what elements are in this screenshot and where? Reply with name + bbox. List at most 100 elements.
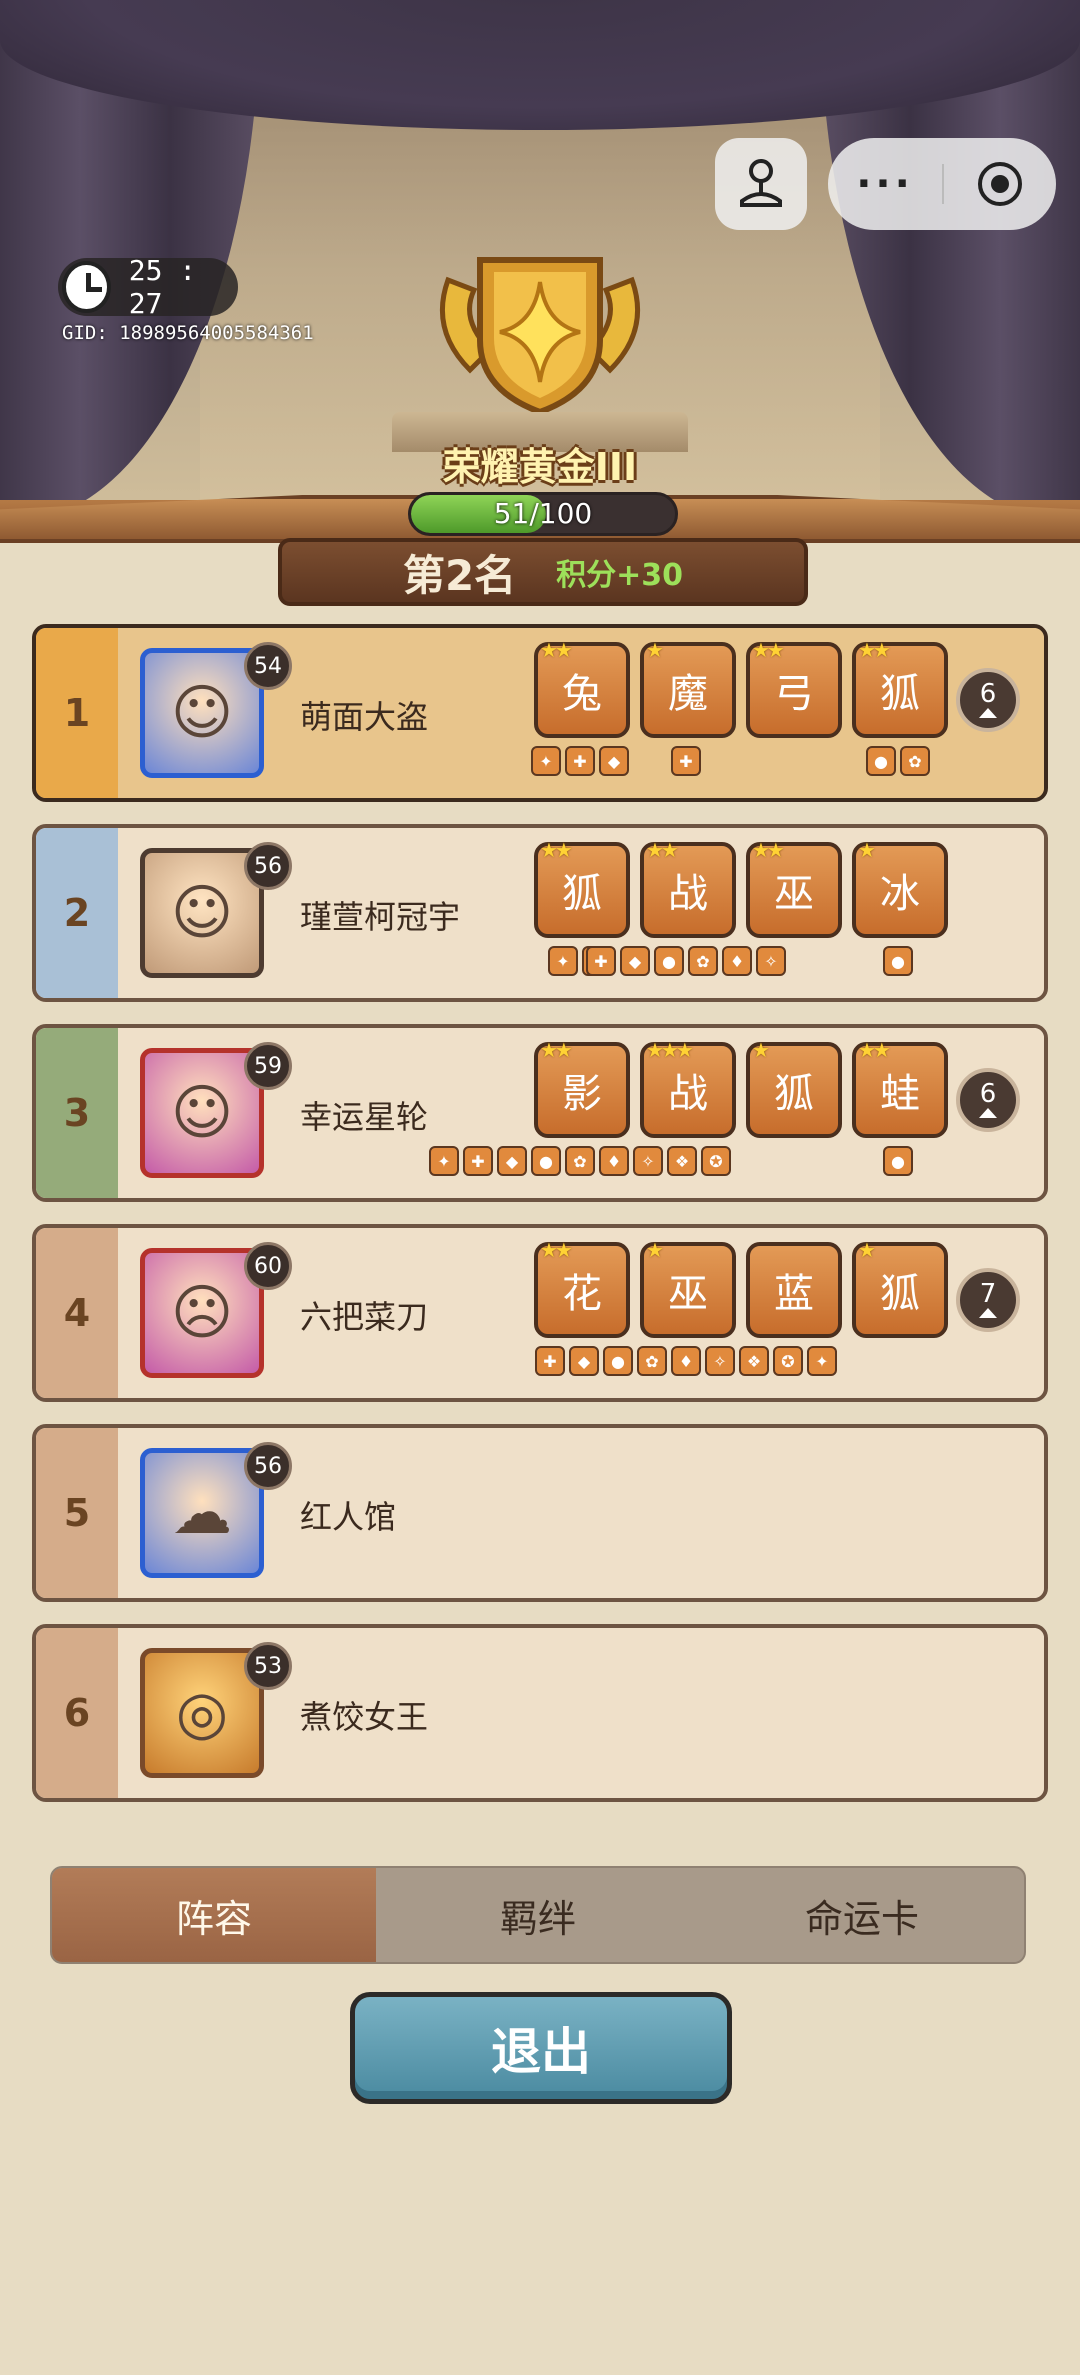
unit-card[interactable]: 狐 ★★ [534,838,630,938]
exit-button[interactable]: 退出 [350,1992,732,2104]
unit-stars: ★★ [858,1038,891,1062]
unit-stars: ★★ [540,838,573,862]
target-icon [978,162,1022,206]
player-row[interactable]: 5 ☁ 56 红人馆 [32,1424,1048,1602]
equipment-icon[interactable]: ✦ [548,946,578,976]
rank-title: 荣耀黄金III [442,445,638,489]
equipment-icon[interactable]: ✿ [565,1146,595,1176]
equipment-icon[interactable]: ● [531,1146,561,1176]
equipment-icon[interactable]: ✿ [688,946,718,976]
player-name: 煮饺女王 [300,1698,429,1736]
unit-portrait: 战 [668,1071,708,1117]
unit-card[interactable]: 冰 ★ [852,838,948,938]
tab-lineup[interactable]: 阵容 [52,1868,376,1962]
unit-card[interactable]: 狐 ★★ [852,638,948,738]
tab-bonds[interactable]: 羁绊 [376,1868,700,1962]
population-badge: 7 [956,1268,1020,1332]
equipment-icon[interactable]: ❖ [739,1346,769,1376]
unit-portrait: 狐 [562,871,602,917]
equipment-icon[interactable]: ❖ [667,1146,697,1176]
unit-portrait: 弓 [774,671,814,717]
unit-card[interactable]: 弓 ★★ [746,638,842,738]
tab-fate-cards[interactable]: 命运卡 [700,1868,1024,1962]
unit-stars: ★ [646,638,664,662]
unit-card[interactable]: 花 ★★ [534,1238,630,1338]
level-up-arrow-icon [979,708,997,718]
equipment-icon[interactable]: ♦ [599,1146,629,1176]
gold-rank-badge-icon [439,257,641,416]
player-row[interactable]: 3 ☺ 59 幸运星轮影 ★★ 战 ★★★ 狐 ★ 蛙 ★★ ✦ ✚ ◆ ● ✿ ♦ ✧ ❖ ✪ ● 6 [32,1024,1048,1202]
close-miniprogram-button[interactable] [944,160,1056,208]
player-name: 瑾萱柯冠宇 [300,898,461,936]
equipment-icon[interactable]: ◆ [620,946,650,976]
player-level-badge: 54 [244,642,292,690]
equipment-icon[interactable]: ♦ [671,1346,701,1376]
equipment-icon[interactable]: ✿ [900,746,930,776]
equipment-icon[interactable]: ✦ [429,1146,459,1176]
unit-card[interactable]: 战 ★★ [640,838,736,938]
population-badge: 6 [956,668,1020,732]
player-name: 幸运星轮 [300,1098,429,1136]
unit-card[interactable]: 蓝 [746,1242,842,1338]
player-rank: 4 [36,1228,118,1398]
timer-text: 25 : 27 [128,254,197,320]
equipment-icon[interactable]: ✧ [633,1146,663,1176]
unit-portrait: 花 [562,1271,602,1317]
unit-card[interactable]: 巫 ★★ [746,838,842,938]
player-level-badge: 56 [244,1442,292,1490]
unit-portrait: 影 [562,1071,602,1117]
equipment-icon[interactable]: ✪ [701,1146,731,1176]
player-level-badge: 59 [244,1042,292,1090]
equipment-icon[interactable]: ✚ [565,746,595,776]
player-row[interactable]: 4 ☹ 60 六把菜刀花 ★★ 巫 ★ 蓝狐 ★ ✚ ◆ ● ✿ ♦ ✧ ❖ ✪ ✦ 7 [32,1224,1048,1402]
player-row[interactable]: 1 ☺ 54 萌面大盗兔 ★★ 魔 ★ 弓 ★★ 狐 ★★ ✦ ✚ ◆ ✚ ● ✿ 6 [32,624,1048,802]
unit-portrait: 狐 [880,1271,920,1317]
equipment-icon[interactable]: ◆ [497,1146,527,1176]
equipment-icon[interactable]: ◆ [599,746,629,776]
unit-stars: ★★★ [646,1038,694,1062]
equipment-icon[interactable]: ✚ [463,1146,493,1176]
unit-card[interactable]: 战 ★★★ [640,1038,736,1138]
equipment-icon[interactable]: ● [654,946,684,976]
equipment-icon[interactable]: ● [603,1346,633,1376]
equipment-icon[interactable]: ● [883,1146,913,1176]
equipment-icon[interactable]: ✧ [705,1346,735,1376]
leaderboard: 1 ☺ 54 萌面大盗兔 ★★ 魔 ★ 弓 ★★ 狐 ★★ ✦ ✚ ◆ ✚ ● ✿ 6 2 ☺ 56 瑾萱柯冠宇狐 ★★ 战 ★… [32,624,1048,1824]
game-controller-button[interactable] [715,138,807,230]
unit-stars: ★★ [646,838,679,862]
unit-card[interactable]: 狐 ★ [746,1038,842,1138]
equipment-icon[interactable]: ◆ [569,1346,599,1376]
miniprogram-capsule: ··· [828,138,1056,230]
unit-stars: ★★ [540,1238,573,1262]
unit-card[interactable]: 影 ★★ [534,1038,630,1138]
player-name: 六把菜刀 [300,1298,429,1336]
unit-card[interactable]: 蛙 ★★ [852,1038,948,1138]
equipment-icon[interactable]: ✧ [756,946,786,976]
unit-lineup: 狐 ★★ 战 ★★ 巫 ★★ 冰 ★ [534,838,948,938]
player-level-badge: 56 [244,842,292,890]
equipment-icon[interactable]: ✚ [586,946,616,976]
unit-card[interactable]: 狐 ★ [852,1238,948,1338]
equipment-icon[interactable]: ● [866,746,896,776]
player-row[interactable]: 6 ◎ 53 煮饺女王 [32,1624,1048,1802]
rank-progress-bar: 51/100 [408,492,678,536]
unit-card[interactable]: 魔 ★ [640,638,736,738]
unit-card[interactable]: 兔 ★★ [534,638,630,738]
player-level-badge: 53 [244,1642,292,1690]
equipment-icon[interactable]: ✦ [531,746,561,776]
unit-portrait: 冰 [880,871,920,917]
equipment-icon[interactable]: ✪ [773,1346,803,1376]
equipment-icon[interactable]: ● [883,946,913,976]
equipment-icon[interactable]: ✦ [807,1346,837,1376]
more-menu-button[interactable]: ··· [828,154,942,214]
equipment-list: ✦ ✚ ◆ ● ✿ ♦ ✧ ❖ ✪ ● [429,1146,974,1180]
unit-card[interactable]: 巫 ★ [640,1238,736,1338]
equipment-icon[interactable]: ♦ [722,946,752,976]
player-row[interactable]: 2☺56瑾萱柯冠宇狐★★战★★巫★★冰★✦✚✚◆●✿♦✧● [32,824,1048,1002]
equipment-icon[interactable]: ✿ [637,1346,667,1376]
player-rank: 5 [36,1428,118,1598]
equipment-icon[interactable]: ✚ [671,746,701,776]
player-rank: 3 [36,1028,118,1198]
equipment-icon[interactable]: ✚ [535,1346,565,1376]
match-timer: 25 : 27 [58,254,238,320]
